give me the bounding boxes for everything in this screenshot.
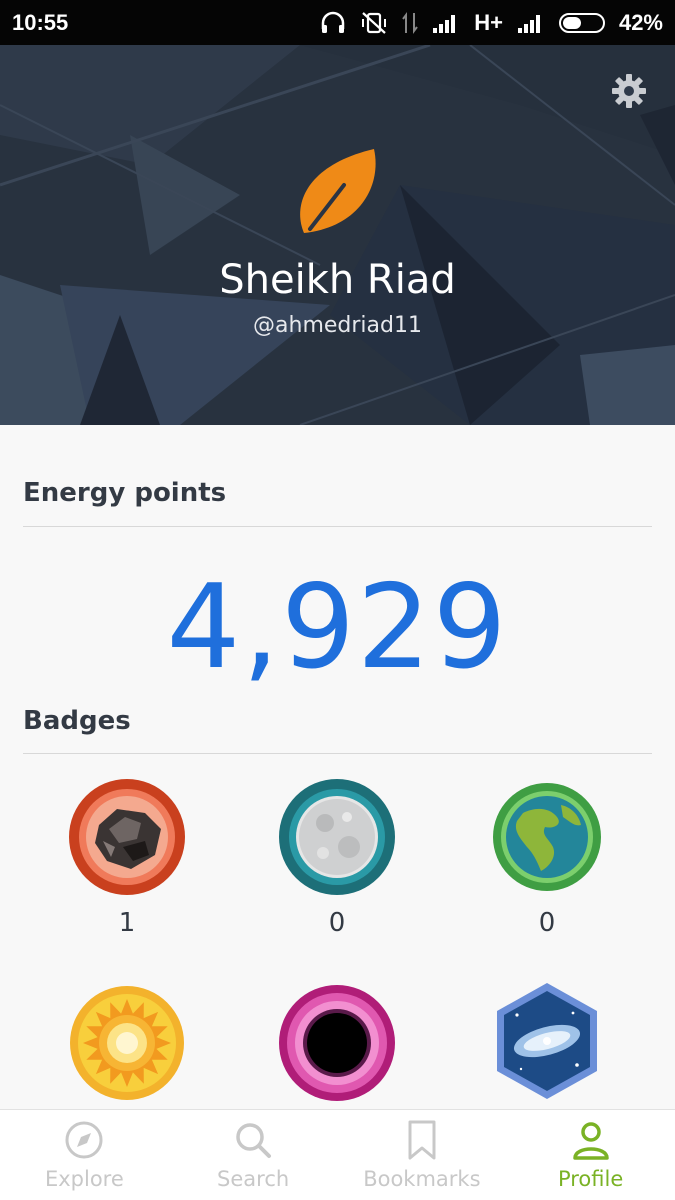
- profile-username: @ahmedriad11: [253, 313, 422, 338]
- signal-2-icon: [517, 15, 540, 33]
- badges-divider: [23, 753, 652, 754]
- status-bar: 10:55 H+ 42%: [0, 0, 675, 45]
- energy-points-value: 4,929: [166, 560, 509, 695]
- tab-bookmarks[interactable]: Bookmarks: [338, 1110, 507, 1200]
- bottom-tab-bar: Explore Search Bookmarks Profile: [0, 1109, 675, 1200]
- battery-percent: 42%: [618, 10, 663, 35]
- energy-points-title: Energy points: [23, 478, 227, 508]
- earth-badge-icon[interactable]: [487, 777, 607, 897]
- status-icons: H+ 42%: [320, 10, 663, 36]
- galaxy-badge-icon[interactable]: [487, 981, 607, 1101]
- tab-label: Explore: [44, 1167, 124, 1191]
- settings-gear-icon[interactable]: [611, 73, 647, 109]
- tab-label: Search: [217, 1167, 290, 1191]
- tab-label: Profile: [557, 1167, 624, 1191]
- network-type: H+: [474, 10, 503, 35]
- tab-search[interactable]: Search: [169, 1110, 338, 1200]
- moon-badge-icon[interactable]: [277, 777, 397, 897]
- tab-profile[interactable]: Profile: [506, 1110, 675, 1200]
- leaf-icon: [300, 149, 376, 233]
- badge-count-earth: 0: [538, 908, 556, 938]
- badges-title: Badges: [23, 706, 131, 736]
- tab-explore[interactable]: Explore: [0, 1110, 169, 1200]
- bookmark-icon: [408, 1120, 436, 1160]
- badge-count-moon: 0: [328, 908, 346, 938]
- profile-name: Sheikh Riad: [219, 257, 456, 303]
- sun-badge-icon[interactable]: [67, 983, 187, 1103]
- badge-count-meteorite: 1: [118, 908, 136, 938]
- compass-icon: [65, 1121, 103, 1159]
- signal-icon: [433, 15, 456, 33]
- black-hole-badge-icon[interactable]: [277, 983, 397, 1103]
- energy-divider: [23, 526, 652, 527]
- meteorite-badge-icon[interactable]: [67, 777, 187, 897]
- profile-icon: [572, 1122, 609, 1160]
- battery-icon: [558, 13, 605, 33]
- search-icon: [236, 1123, 272, 1158]
- profile-header: Sheikh Riad @ahmedriad11: [0, 45, 675, 425]
- vibrate-off-icon: [362, 12, 387, 34]
- tab-label: Bookmarks: [363, 1167, 481, 1191]
- data-arrows-icon: [402, 12, 419, 34]
- status-time: 10:55: [12, 10, 69, 35]
- headphones-icon: [321, 11, 345, 33]
